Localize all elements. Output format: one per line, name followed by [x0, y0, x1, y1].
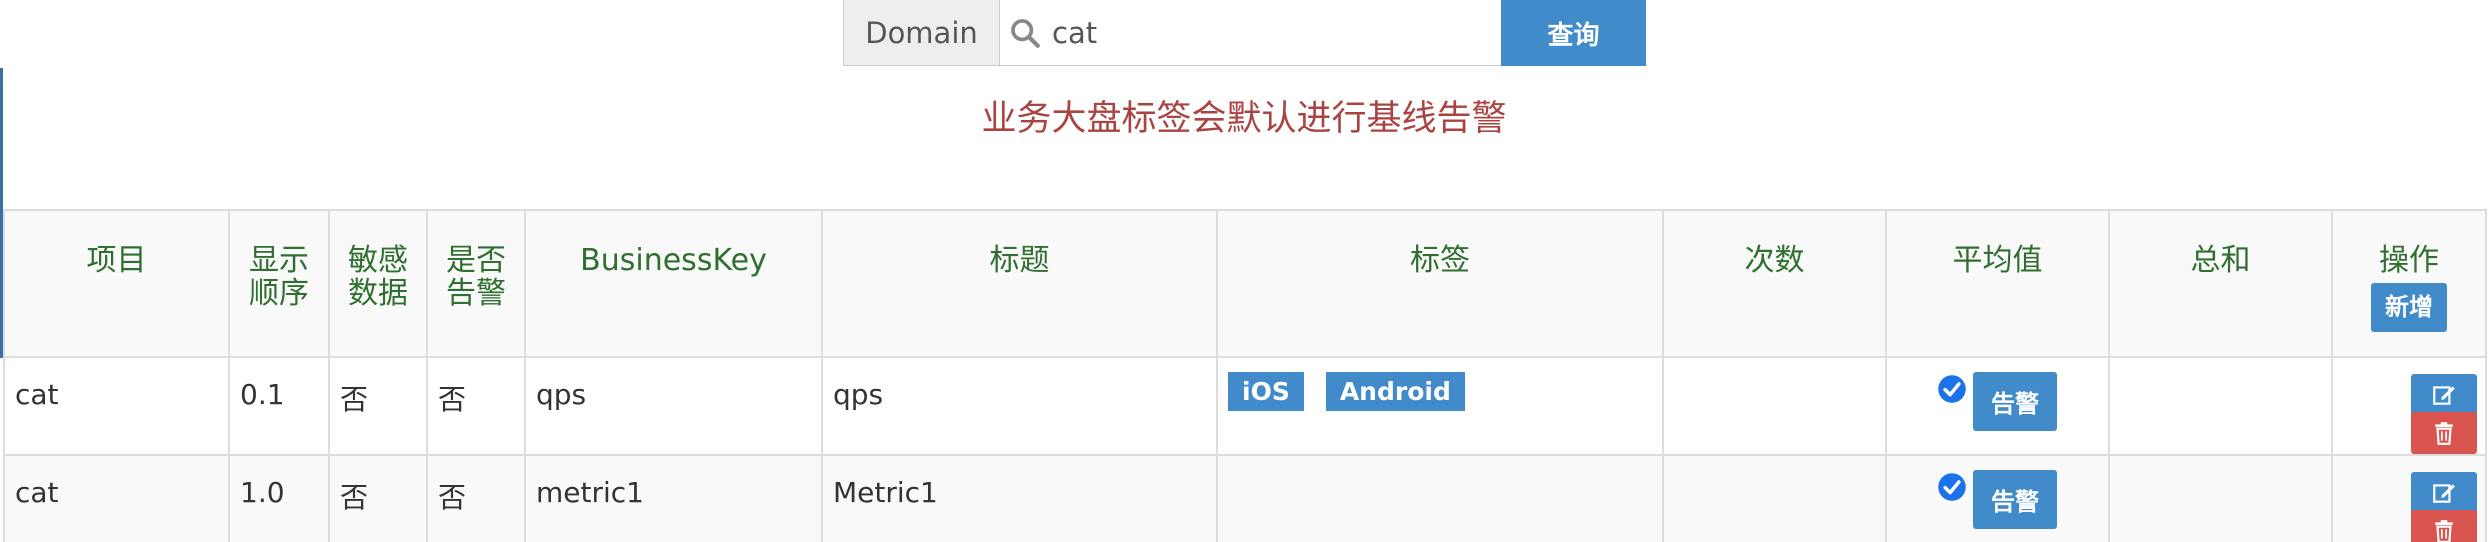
cell-count [1662, 454, 1887, 542]
add-button[interactable]: 新增 [2371, 283, 2447, 332]
cell-business-key: metric1 [524, 454, 823, 542]
cell-sum [2108, 356, 2333, 456]
check-circle-icon[interactable] [1937, 472, 1967, 502]
search-icon [1011, 18, 1040, 48]
cell-order: 0.1 [228, 356, 330, 456]
check-circle-icon[interactable] [1937, 374, 1967, 404]
trash-icon [2435, 520, 2453, 542]
business-config-table: 项目 显示 顺序 敏感 数据 是否 告警 BusinessKey 标题 标签 次… [3, 209, 2487, 542]
trash-icon [2435, 422, 2453, 445]
tag-badge[interactable]: Android [1325, 372, 1465, 411]
header-sum: 总和 [2108, 209, 2333, 358]
edit-button[interactable] [2411, 472, 2477, 514]
cell-operations [2331, 356, 2487, 456]
header-title: 标题 [821, 209, 1218, 358]
header-item: 项目 [3, 209, 230, 358]
header-tags: 标签 [1216, 209, 1664, 358]
cell-average: 告警 [1885, 356, 2110, 456]
cell-item: cat [3, 356, 230, 456]
alarm-button[interactable]: 告警 [1973, 470, 2057, 529]
cell-tags [1216, 454, 1664, 542]
header-count: 次数 [1662, 209, 1887, 358]
cell-tags: iOS Android [1216, 356, 1664, 456]
cell-order: 1.0 [228, 454, 330, 542]
cell-item: cat [3, 454, 230, 542]
cell-sensitive: 否 [328, 454, 428, 542]
cell-title: qps [821, 356, 1218, 456]
domain-search-input[interactable] [1052, 15, 1472, 50]
header-sensitive-data: 敏感 数据 [328, 209, 428, 358]
header-average: 平均值 [1885, 209, 2110, 358]
header-operations-label: 操作 [2379, 243, 2439, 278]
table-row: cat 1.0 否 否 metric1 Metric1 告警 [3, 454, 2487, 542]
header-business-key: BusinessKey [524, 209, 823, 358]
cell-sensitive: 否 [328, 356, 428, 456]
domain-addon-label: Domain [843, 0, 1000, 66]
cell-operations [2331, 454, 2487, 542]
alarm-button[interactable]: 告警 [1973, 372, 2057, 431]
header-display-order: 显示 顺序 [228, 209, 330, 358]
tag-badge[interactable]: iOS [1228, 372, 1304, 411]
cell-alarm: 否 [426, 454, 526, 542]
search-form: Domain 查询 [843, 0, 1646, 66]
cell-title: Metric1 [821, 454, 1218, 542]
delete-button[interactable] [2411, 412, 2477, 454]
search-field[interactable] [1000, 0, 1501, 66]
query-button[interactable]: 查询 [1501, 0, 1646, 66]
baseline-alarm-notice: 业务大盘标签会默认进行基线告警 [981, 99, 1507, 139]
edit-icon [2433, 484, 2455, 503]
table-row: cat 0.1 否 否 qps qps iOS Android 告警 [3, 356, 2487, 456]
header-is-alarm: 是否 告警 [426, 209, 526, 358]
cell-business-key: qps [524, 356, 823, 456]
cell-average: 告警 [1885, 454, 2110, 542]
header-operations: 操作 新增 [2331, 209, 2487, 358]
edit-icon [2433, 386, 2455, 405]
delete-button[interactable] [2411, 510, 2477, 542]
edit-button[interactable] [2411, 374, 2477, 416]
cell-sum [2108, 454, 2333, 542]
cell-alarm: 否 [426, 356, 526, 456]
cell-count [1662, 356, 1887, 456]
table-header-row: 项目 显示 顺序 敏感 数据 是否 告警 BusinessKey 标题 标签 次… [3, 209, 2487, 358]
